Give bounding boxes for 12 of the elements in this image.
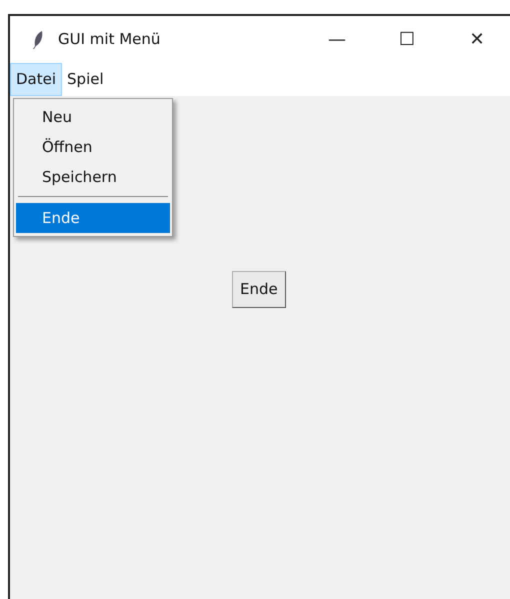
minimize-button[interactable]: —	[302, 26, 372, 53]
menu-option[interactable]: Ende	[16, 203, 170, 233]
menu-item[interactable]: Datei	[10, 63, 62, 96]
menu-option[interactable]: Speichern	[16, 162, 170, 192]
menu-option[interactable]: Öffnen	[16, 132, 170, 162]
window-title: GUI mit Menü	[58, 29, 160, 50]
close-button[interactable]: ✕	[442, 26, 510, 53]
menu-item[interactable]: Spiel	[62, 63, 109, 96]
feather-icon	[32, 30, 44, 50]
end-button[interactable]: Ende	[232, 271, 286, 308]
maximize-button[interactable]: ☐	[372, 26, 442, 53]
menu-option[interactable]: Neu	[16, 102, 170, 132]
